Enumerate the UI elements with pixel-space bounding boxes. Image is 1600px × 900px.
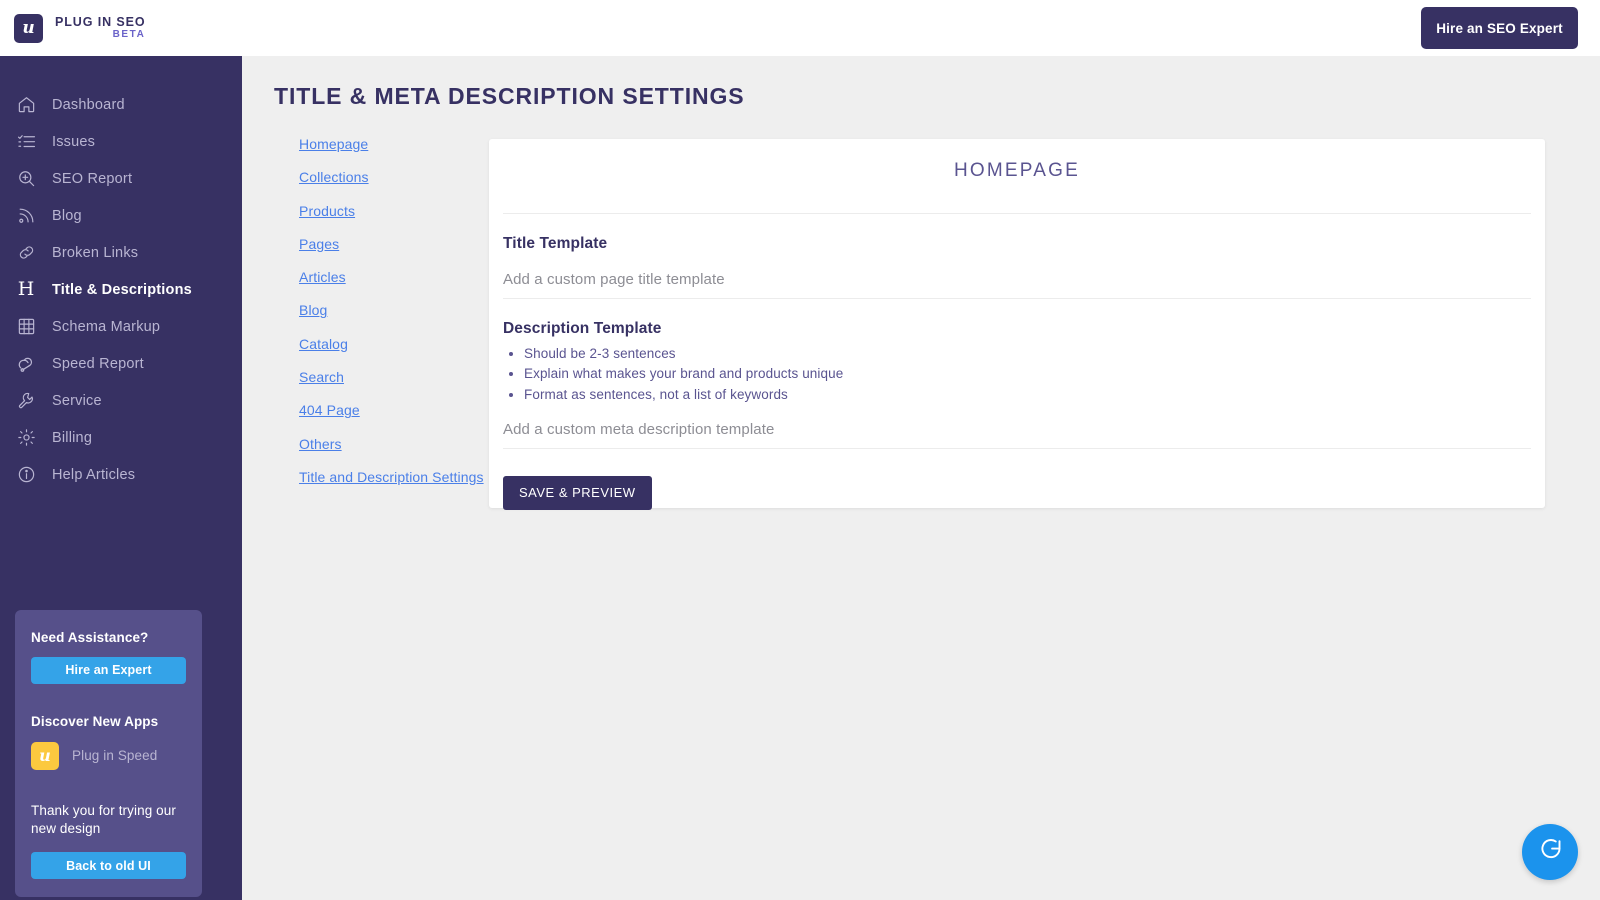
heading-h-icon: H <box>14 278 38 302</box>
sidebar-item-label: Title & Descriptions <box>52 282 192 298</box>
top-header: u PLUG IN SEO BETA Hire an SEO Expert <box>0 0 1600 56</box>
subnav-link-collections[interactable]: Collections <box>299 169 369 185</box>
sidebar-item-dashboard[interactable]: Dashboard <box>0 86 242 123</box>
subnav-link-pages[interactable]: Pages <box>299 236 339 252</box>
hire-an-expert-button[interactable]: Hire an Expert <box>31 657 186 684</box>
sidebar-item-schema-markup[interactable]: Schema Markup <box>0 308 242 345</box>
card-title: Homepage <box>489 139 1545 182</box>
sidebar-item-help-articles[interactable]: Help Articles <box>0 456 242 493</box>
discover-new-apps-title: Discover New Apps <box>31 714 186 729</box>
main-content: Title & Meta Description Settings Homepa… <box>242 56 1600 900</box>
search-plus-icon <box>14 167 38 191</box>
info-circle-icon <box>14 463 38 487</box>
page-title: Title & Meta Description Settings <box>274 83 745 110</box>
rss-icon <box>14 204 38 228</box>
description-template-label: Description Template <box>503 320 1531 338</box>
subnav-link-catalog[interactable]: Catalog <box>299 336 348 352</box>
description-hints: Should be 2-3 sentences Explain what mak… <box>503 346 1531 403</box>
sidebar-item-speed-report[interactable]: Speed Report <box>0 345 242 382</box>
beta-badge: BETA <box>55 30 145 40</box>
sidebar-item-label: Schema Markup <box>52 319 160 335</box>
gear-icon <box>14 426 38 450</box>
plug-in-speed-logo-icon: u <box>31 742 59 770</box>
app-item-plug-in-speed[interactable]: u Plug in Speed <box>31 742 186 770</box>
sidebar-item-label: Blog <box>52 208 82 224</box>
settings-card: Homepage Title Template Add a custom pag… <box>489 139 1545 508</box>
sidebar: Dashboard Issues SEO Report <box>0 56 242 900</box>
description-hint: Format as sentences, not a list of keywo… <box>524 387 1531 403</box>
sidebar-item-label: SEO Report <box>52 171 132 187</box>
sidebar-item-blog[interactable]: Blog <box>0 197 242 234</box>
assistance-panel: Need Assistance? Hire an Expert Discover… <box>15 610 202 897</box>
title-template-label: Title Template <box>503 235 1531 253</box>
description-hint: Explain what makes your brand and produc… <box>524 366 1531 382</box>
subnav-link-search[interactable]: Search <box>299 369 344 385</box>
sidebar-item-title-and-descriptions[interactable]: H Title & Descriptions <box>0 271 242 308</box>
chat-bubble-icon <box>1537 836 1564 868</box>
subnav-link-title-and-description-settings[interactable]: Title and Description Settings <box>299 469 484 485</box>
speed-icon <box>14 352 38 376</box>
sidebar-nav: Dashboard Issues SEO Report <box>0 56 242 493</box>
save-and-preview-button[interactable]: Save & Preview <box>503 476 652 510</box>
subnav-link-products[interactable]: Products <box>299 203 355 219</box>
wrench-icon <box>14 389 38 413</box>
description-hint: Should be 2-3 sentences <box>524 346 1531 362</box>
link-icon <box>14 241 38 265</box>
brand-logo[interactable]: u PLUG IN SEO BETA <box>0 14 145 43</box>
thanks-message: Thank you for trying our new design <box>31 802 186 838</box>
sidebar-item-label: Service <box>52 393 102 409</box>
subnav-link-blog[interactable]: Blog <box>299 302 327 318</box>
grid-icon <box>14 315 38 339</box>
title-template-input[interactable]: Add a custom page title template <box>503 271 1531 299</box>
home-icon <box>14 93 38 117</box>
sidebar-item-service[interactable]: Service <box>0 382 242 419</box>
sidebar-item-label: Broken Links <box>52 245 138 261</box>
brand-name: PLUG IN SEO <box>55 16 145 29</box>
page-subnav: Homepage Collections Products Pages Arti… <box>299 136 489 502</box>
sidebar-item-label: Billing <box>52 430 92 446</box>
subnav-link-others[interactable]: Others <box>299 436 342 452</box>
back-to-old-ui-button[interactable]: Back to old UI <box>31 852 186 879</box>
description-template-input[interactable]: Add a custom meta description template <box>503 421 1531 449</box>
sidebar-item-label: Issues <box>52 134 95 150</box>
sidebar-item-label: Help Articles <box>52 467 135 483</box>
hire-an-seo-expert-button[interactable]: Hire an SEO Expert <box>1421 7 1578 49</box>
sidebar-item-label: Speed Report <box>52 356 144 372</box>
sidebar-item-label: Dashboard <box>52 97 125 113</box>
sidebar-item-broken-links[interactable]: Broken Links <box>0 234 242 271</box>
checklist-icon <box>14 130 38 154</box>
sidebar-item-billing[interactable]: Billing <box>0 419 242 456</box>
subnav-link-articles[interactable]: Articles <box>299 269 346 285</box>
sidebar-item-issues[interactable]: Issues <box>0 123 242 160</box>
app-name: Plug in Speed <box>72 748 157 763</box>
sidebar-item-seo-report[interactable]: SEO Report <box>0 160 242 197</box>
card-divider <box>503 213 1531 214</box>
plug-in-seo-logo-icon: u <box>14 14 43 43</box>
subnav-link-homepage[interactable]: Homepage <box>299 136 368 152</box>
assistance-title: Need Assistance? <box>31 630 186 645</box>
subnav-link-404-page[interactable]: 404 Page <box>299 402 360 418</box>
help-support-button[interactable] <box>1522 824 1578 880</box>
